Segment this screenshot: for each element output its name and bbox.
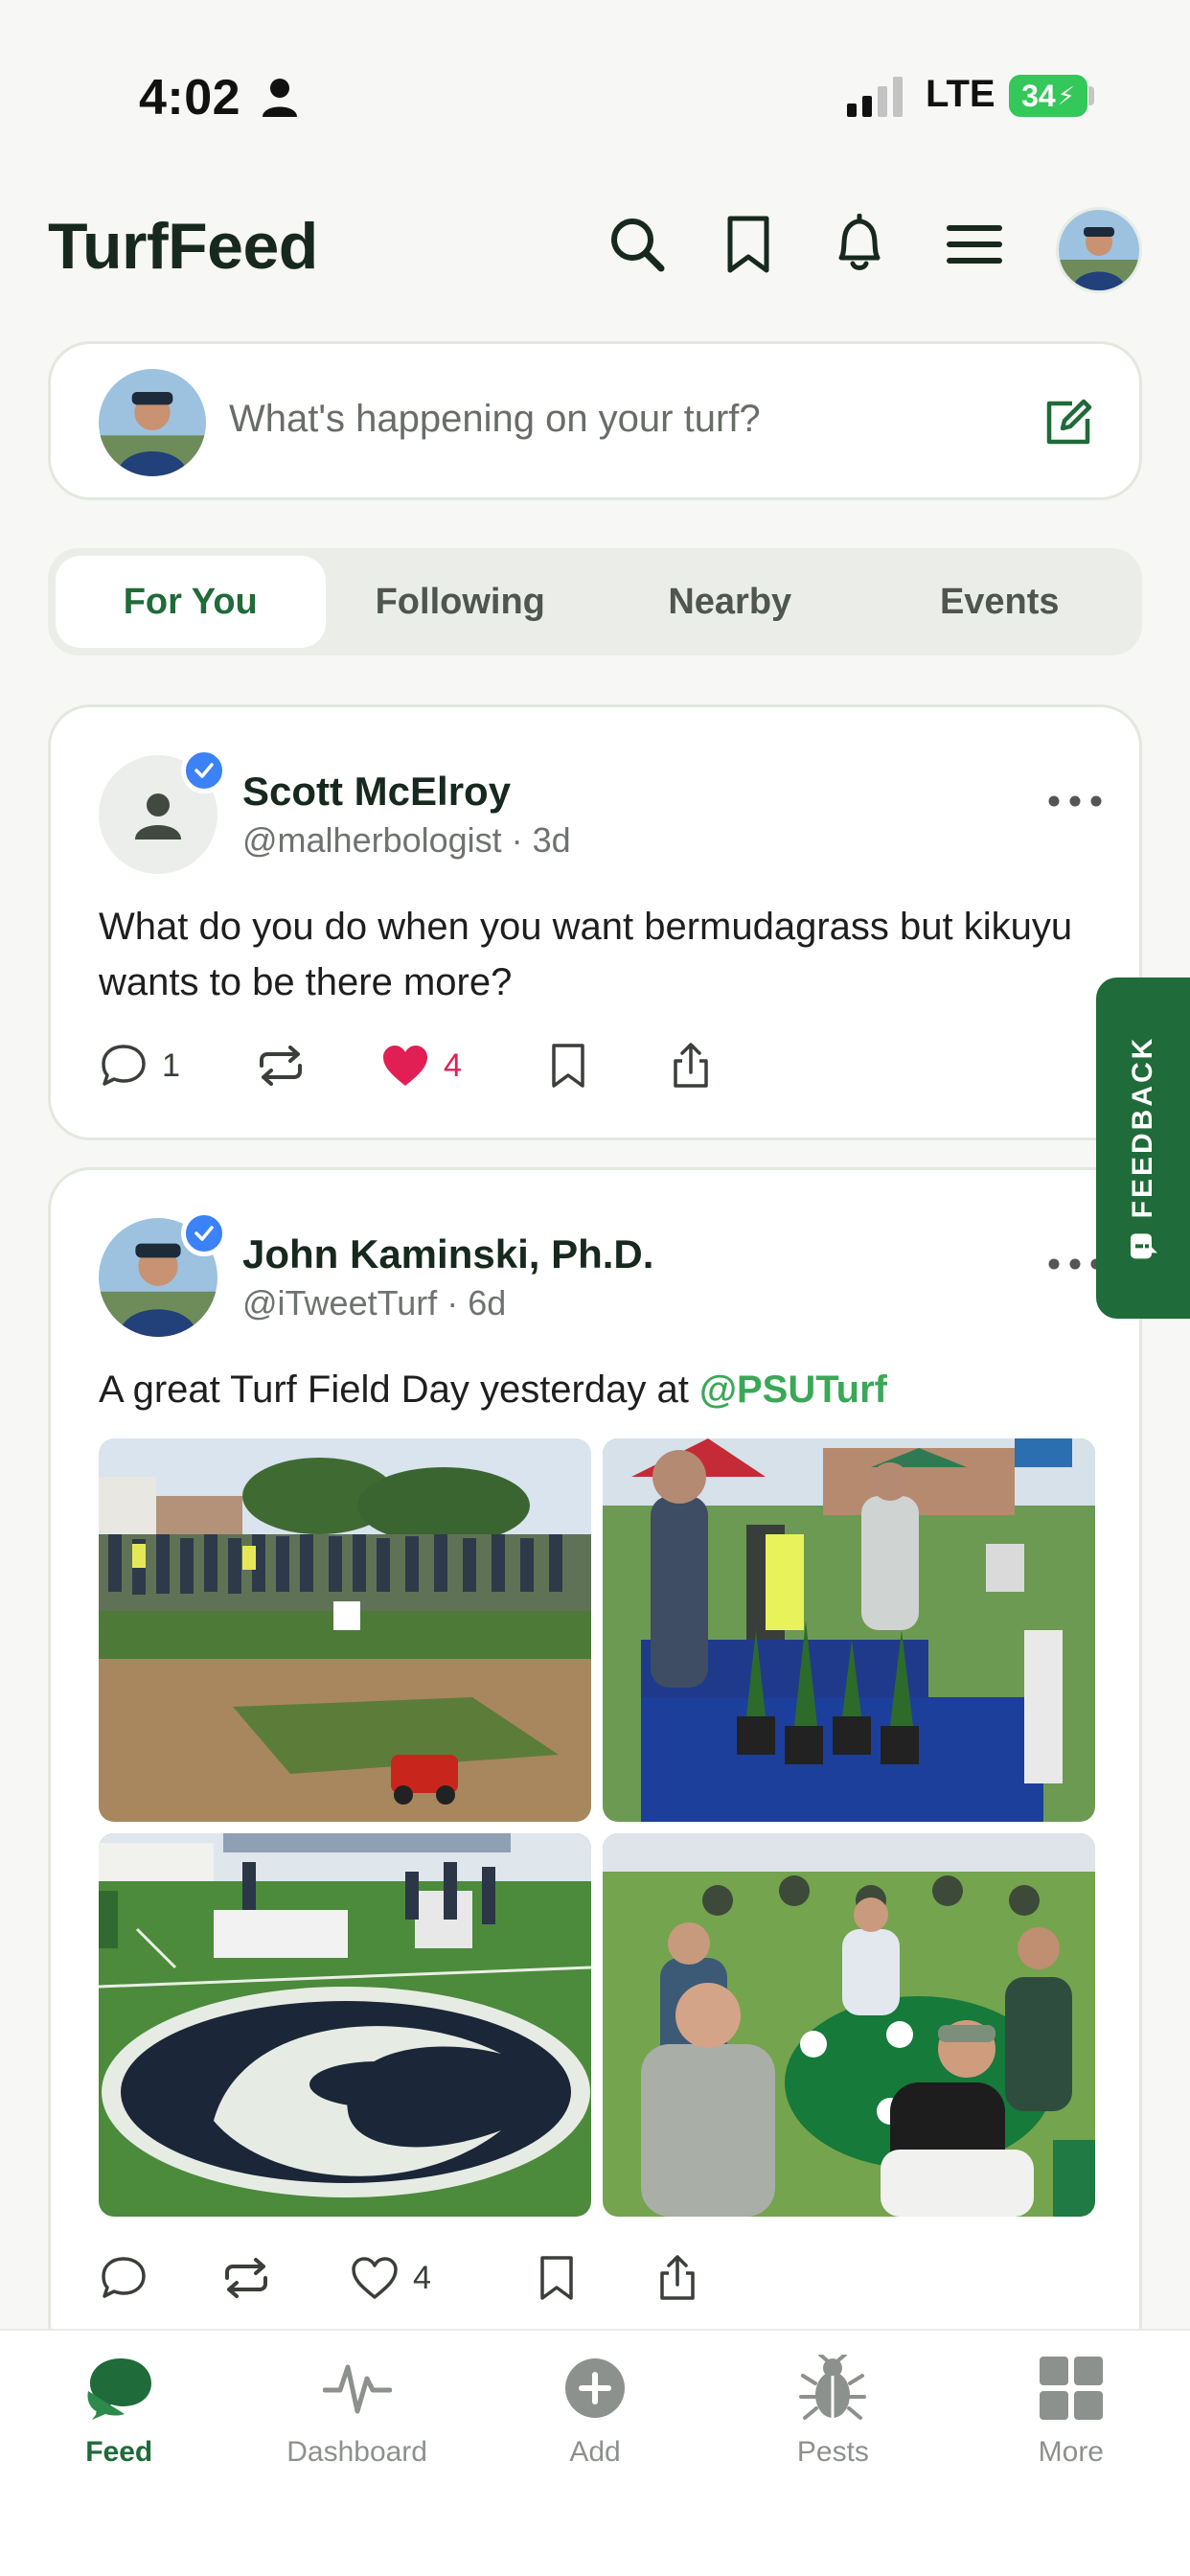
composer-placeholder[interactable]: What's happening on your turf? xyxy=(229,398,761,441)
signal-icon xyxy=(847,77,903,117)
post-card[interactable]: Scott McElroy @malherbologist · 3d What … xyxy=(48,704,1142,1140)
feedback-button[interactable]: FEEDBACK xyxy=(1096,978,1190,1319)
post-meta: @malherbologist · 3d xyxy=(242,820,571,860)
comment-button[interactable]: 1 xyxy=(99,1041,256,1091)
post-actions: 1 4 xyxy=(99,1041,716,1091)
nav-add[interactable]: Add xyxy=(476,2331,714,2576)
heart-icon xyxy=(352,2257,398,2299)
search-button[interactable] xyxy=(604,211,671,278)
app-title: TurfFeed xyxy=(48,210,318,283)
battery-level: 34 xyxy=(1021,78,1056,113)
avatar xyxy=(1059,210,1139,290)
bug-icon xyxy=(799,2355,867,2420)
comment-icon xyxy=(102,2257,146,2298)
share-button[interactable] xyxy=(652,2253,702,2303)
person-icon xyxy=(263,79,297,117)
bookmarks-button[interactable] xyxy=(715,211,782,278)
repost-icon xyxy=(225,2258,267,2298)
search-icon xyxy=(611,218,665,272)
profile-avatar-button[interactable] xyxy=(1056,207,1142,293)
feedback-icon xyxy=(1131,1233,1157,1259)
post-photo[interactable] xyxy=(99,1833,591,2217)
post-photo[interactable] xyxy=(603,1833,1095,2217)
verified-badge-icon xyxy=(181,1210,227,1256)
post-body: What do you do when you want bermudagras… xyxy=(99,906,1073,1003)
heart-filled-icon xyxy=(383,1046,427,1086)
tab-events[interactable]: Events xyxy=(865,556,1135,648)
notifications-button[interactable] xyxy=(826,211,893,278)
tab-for-you[interactable]: For You xyxy=(56,556,326,648)
share-icon xyxy=(660,2255,695,2300)
bookmark-icon xyxy=(552,1044,584,1088)
share-button[interactable] xyxy=(666,1041,716,1091)
more-options-icon[interactable] xyxy=(1045,792,1105,811)
menu-button[interactable] xyxy=(941,211,1008,278)
like-button[interactable]: 4 xyxy=(380,1041,543,1091)
post-text: A great Turf Field Day yesterday at xyxy=(99,1368,699,1411)
like-button[interactable]: 4 xyxy=(350,2253,532,2303)
pulse-icon xyxy=(322,2364,392,2414)
post-photo[interactable] xyxy=(99,1438,591,1822)
grid-icon xyxy=(1039,2357,1103,2420)
avatar xyxy=(99,369,206,476)
nav-dashboard[interactable]: Dashboard xyxy=(238,2331,475,2576)
nav-pests[interactable]: Pests xyxy=(714,2331,951,2576)
post-body: A great Turf Field Day yesterday at @PSU… xyxy=(99,1362,1086,1417)
photo-grid xyxy=(99,1438,1095,2217)
tab-following[interactable]: Following xyxy=(326,556,596,648)
post-composer[interactable]: What's happening on your turf? xyxy=(48,341,1142,500)
bookmark-button[interactable] xyxy=(532,2253,652,2303)
user-placeholder-icon xyxy=(135,794,181,840)
post-author[interactable]: Scott McElroy xyxy=(242,769,511,815)
repost-icon xyxy=(260,1046,302,1086)
bookmark-icon xyxy=(727,216,769,273)
add-icon xyxy=(565,2358,626,2418)
bell-icon xyxy=(838,214,881,270)
share-icon xyxy=(674,1043,708,1088)
feedback-label-wrap: FEEDBACK xyxy=(1127,1036,1159,1261)
compose-icon[interactable] xyxy=(1041,396,1095,449)
post-author[interactable]: John Kaminski, Ph.D. xyxy=(242,1231,653,1277)
post-meta: @iTweetTurf · 6d xyxy=(242,1283,507,1322)
like-count: 4 xyxy=(413,2259,431,2296)
network-label: LTE xyxy=(926,73,995,115)
nav-label: More xyxy=(1038,2436,1104,2468)
nav-label: Add xyxy=(569,2436,621,2468)
post-actions: 4 xyxy=(99,2253,702,2303)
feedback-label: FEEDBACK xyxy=(1127,1035,1158,1219)
tab-nearby[interactable]: Nearby xyxy=(595,556,865,648)
comment-count: 1 xyxy=(162,1046,180,1084)
feed-tabs: For You Following Nearby Events xyxy=(48,548,1142,656)
like-count: 4 xyxy=(444,1046,462,1084)
nav-more[interactable]: More xyxy=(952,2331,1190,2576)
bottom-nav: Feed Dashboard Add Pests More xyxy=(0,2329,1190,2576)
status-time: 4:02 xyxy=(139,70,241,126)
post-photo[interactable] xyxy=(603,1438,1095,1822)
feed-icon xyxy=(87,2358,152,2420)
battery-icon: 34 ⚡ xyxy=(1009,75,1087,117)
repost-button[interactable] xyxy=(256,1041,380,1091)
repost-button[interactable] xyxy=(221,2253,350,2303)
comment-icon xyxy=(102,1045,146,1086)
comment-button[interactable] xyxy=(99,2253,221,2303)
status-bar: 4:02 LTE 34 ⚡ xyxy=(0,0,1190,192)
nav-label: Pests xyxy=(796,2436,869,2468)
post-card[interactable]: John Kaminski, Ph.D. @iTweetTurf · 6d A … xyxy=(48,1167,1142,2365)
battery-tip xyxy=(1088,86,1094,105)
verified-badge-icon xyxy=(181,748,227,794)
nav-label: Feed xyxy=(85,2436,153,2468)
bookmark-button[interactable] xyxy=(543,1041,666,1091)
hamburger-icon xyxy=(947,225,1002,264)
nav-label: Dashboard xyxy=(286,2436,427,2468)
bookmark-icon xyxy=(540,2256,573,2300)
nav-feed[interactable]: Feed xyxy=(0,2331,238,2576)
mention-link[interactable]: @PSUTurf xyxy=(699,1368,887,1411)
